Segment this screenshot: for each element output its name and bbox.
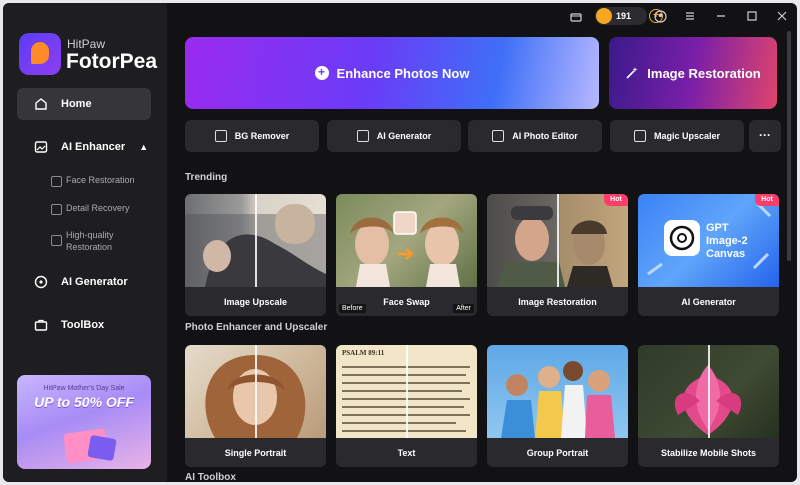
magic-wand-icon [625, 66, 639, 80]
card-label: Single Portrait [224, 447, 287, 458]
page-heading: PSALM 89:11 [342, 349, 385, 357]
wand-icon [356, 130, 369, 142]
card-label: Image Restoration [518, 296, 597, 307]
tool-label: BG Remover [234, 131, 290, 141]
card-stabilize-mobile-shots[interactable]: Stabilize Mobile Shots [638, 345, 779, 467]
plus-icon: + [314, 66, 329, 80]
gpt-art-text: GPT Image-2 Canvas [706, 222, 748, 260]
face-icon [51, 176, 62, 187]
restore-label: Image Restoration [647, 65, 761, 81]
enhancer-icon [33, 139, 49, 155]
brand-name: FotorPea [66, 50, 158, 73]
chevron-up-icon: ▲ [139, 142, 149, 152]
menu-icon[interactable] [683, 9, 697, 23]
card-label: Stabilize Mobile Shots [660, 447, 756, 458]
compare-slider[interactable] [557, 194, 559, 287]
card-single-portrait[interactable]: Single Portrait [185, 345, 326, 467]
card-label: AI Generator [681, 296, 736, 307]
image-restoration-button[interactable]: Image Restoration [609, 37, 777, 109]
credits-badge[interactable]: 191 + [595, 7, 663, 25]
generator-icon [33, 274, 49, 290]
sidebar-subitem-high-quality-restoration[interactable]: High-quality Restoration [51, 229, 131, 253]
brand-small: HitPaw [67, 37, 106, 51]
card-group-portrait[interactable]: Group Portrait [487, 345, 628, 467]
tool-label: AI Generator [376, 131, 432, 141]
tool-label: Magic Upscaler [653, 131, 721, 141]
sidebar-subitem-detail-recovery[interactable]: Detail Recovery [51, 203, 130, 215]
sidebar-item-label: Home [61, 98, 92, 110]
magic-upscaler-button[interactable]: Magic Upscaler [610, 120, 744, 152]
section-title-photo-enhancer: Photo Enhancer and Upscaler [185, 322, 328, 333]
more-icon: ··· [759, 128, 771, 142]
card-ai-generator[interactable]: GPT Image-2 Canvas Hot AI Generator [638, 194, 779, 316]
sidebar-item-label: AI Enhancer [61, 141, 126, 153]
sidebar-item-home[interactable]: Home [17, 88, 151, 120]
user-icon[interactable] [653, 9, 667, 23]
app-logo [19, 33, 61, 75]
subitem-label: Face Restoration [66, 175, 135, 185]
compare-slider[interactable] [708, 345, 710, 438]
card-image [487, 345, 628, 438]
promo-banner[interactable]: HitPaw Mother's Day Sale UP to 50% OFF [17, 375, 151, 469]
card-label: Face Swap [383, 296, 430, 307]
card-face-swap[interactable]: Before After Face Swap [336, 194, 477, 316]
tool-label: AI Photo Editor [512, 131, 578, 141]
section-title-trending: Trending [185, 172, 228, 183]
ai-photo-editor-button[interactable]: AI Photo Editor [468, 120, 602, 152]
hot-badge: Hot [604, 194, 628, 206]
sidebar: HitPaw FotorPea Home AI Enhancer ▲ Face … [3, 3, 167, 482]
restore-icon [51, 235, 62, 246]
image-icon [51, 204, 62, 215]
maximize-icon[interactable] [745, 9, 759, 23]
more-tools-button[interactable]: ··· [749, 120, 781, 152]
compare-slider[interactable] [406, 345, 408, 438]
app-window: HitPaw FotorPea Home AI Enhancer ▲ Face … [3, 3, 797, 482]
close-icon[interactable] [775, 9, 789, 23]
sidebar-item-ai-generator[interactable]: AI Generator [17, 266, 151, 298]
gift-icon[interactable] [569, 9, 583, 23]
card-label: Image Upscale [223, 296, 288, 307]
card-label: Text [397, 447, 416, 458]
toolbox-icon [33, 317, 49, 333]
card-image [336, 194, 477, 287]
sidebar-item-label: AI Generator [61, 276, 128, 288]
card-image-upscale[interactable]: Image Upscale [185, 194, 326, 316]
bg-remover-icon [214, 130, 227, 142]
enhance-photos-button[interactable]: + Enhance Photos Now [185, 37, 599, 109]
sidebar-item-label: ToolBox [61, 319, 105, 331]
coin-icon [596, 8, 612, 24]
subitem-label: High-quality Restoration [66, 230, 114, 252]
credits-count: 191 [616, 11, 632, 21]
gift-box-illustration [87, 434, 117, 462]
title-bar: 191 + [167, 3, 797, 29]
sidebar-subitem-face-restoration[interactable]: Face Restoration [51, 175, 135, 187]
compare-slider[interactable] [255, 345, 257, 438]
section-title-ai-toolbox: AI Toolbox [185, 472, 236, 482]
minimize-icon[interactable] [714, 9, 728, 23]
subitem-label: Detail Recovery [66, 203, 130, 213]
photo-editor-icon [492, 130, 505, 142]
compare-slider[interactable] [255, 194, 257, 287]
sidebar-item-toolbox[interactable]: ToolBox [17, 309, 151, 341]
card-label: Group Portrait [526, 447, 589, 458]
bg-remover-button[interactable]: BG Remover [185, 120, 319, 152]
promo-headline: UP to 50% OFF [34, 394, 134, 410]
home-icon [33, 96, 49, 112]
hot-badge: Hot [755, 194, 779, 206]
enhance-label: Enhance Photos Now [336, 65, 470, 81]
card-image-restoration[interactable]: Hot Image Restoration [487, 194, 628, 316]
sidebar-item-ai-enhancer[interactable]: AI Enhancer ▲ [17, 131, 151, 163]
upscale-icon [633, 130, 646, 142]
promo-subtitle: HitPaw Mother's Day Sale [43, 385, 125, 392]
card-text[interactable]: PSALM 89:11 Text [336, 345, 477, 467]
ai-generator-tool-button[interactable]: AI Generator [327, 120, 461, 152]
scrollbar[interactable] [787, 31, 791, 261]
